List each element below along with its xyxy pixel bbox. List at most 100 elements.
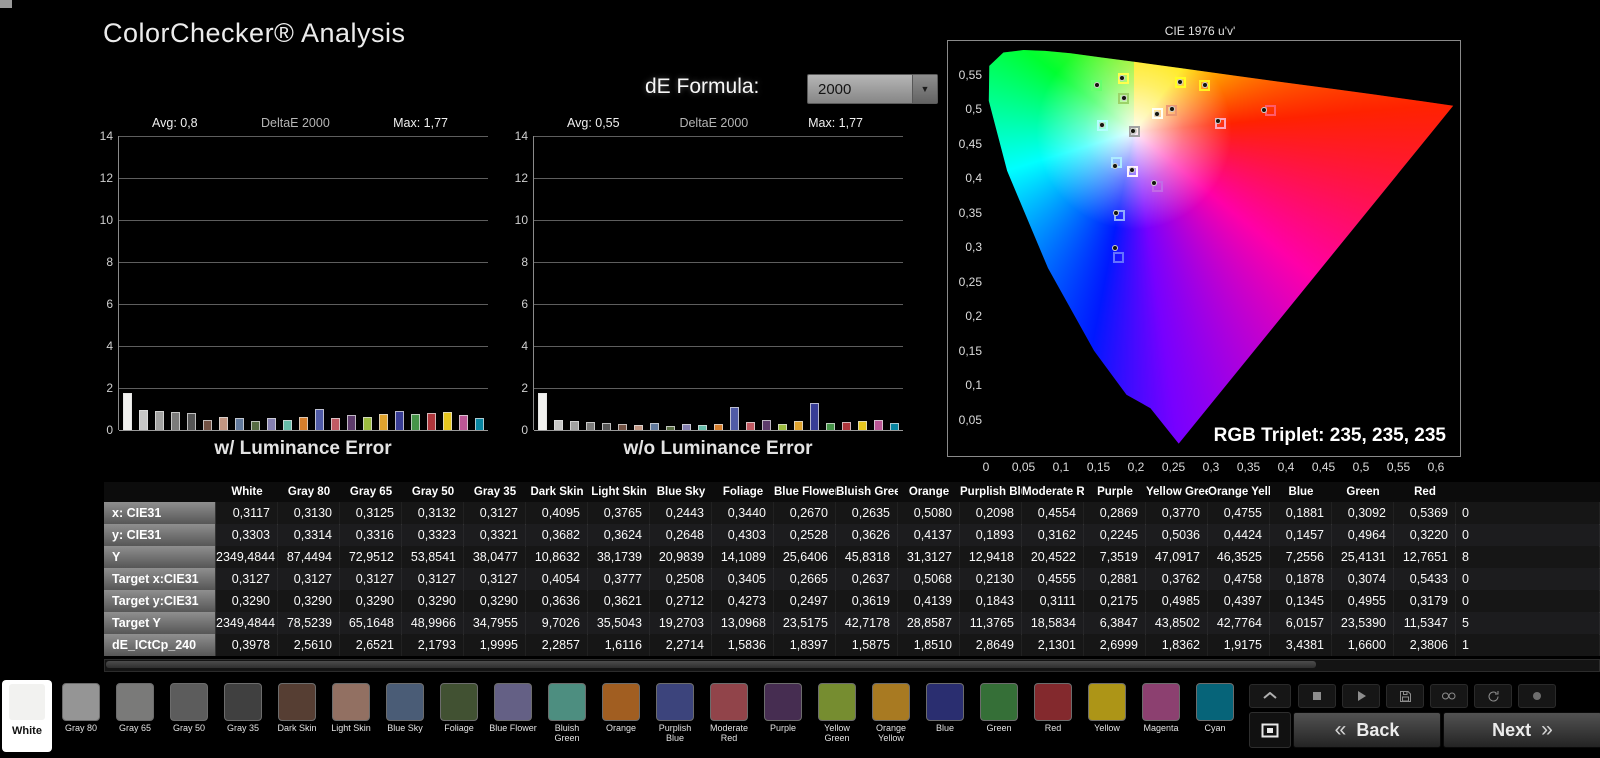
- swatch-blue-flower[interactable]: Blue Flower: [488, 680, 538, 752]
- table-cell-clipped: 0: [1456, 502, 1600, 525]
- deltae-bar-green: [826, 423, 835, 430]
- refresh-button[interactable]: [1474, 684, 1512, 708]
- swatch-blue[interactable]: Blue: [920, 680, 970, 752]
- swatch-gray-35[interactable]: Gray 35: [218, 680, 268, 752]
- row-label: y: CIE31: [104, 524, 216, 547]
- save-button[interactable]: [1386, 684, 1424, 708]
- swatch-purplish-blue[interactable]: Purplish Blue: [650, 680, 700, 752]
- max-readout: Max: 1,77: [393, 116, 448, 130]
- record-button[interactable]: [1518, 684, 1556, 708]
- stop-button[interactable]: [1298, 684, 1336, 708]
- table-cell-clipped: 5: [1456, 612, 1600, 635]
- swatch-gray-50[interactable]: Gray 50: [164, 680, 214, 752]
- table-cell: 2,2857: [526, 634, 588, 656]
- cie-y-tick-label: 0,3: [950, 240, 982, 254]
- swatch-color-chip: [440, 683, 478, 721]
- table-cell: 2,2714: [650, 634, 712, 656]
- swatch-magenta[interactable]: Magenta: [1136, 680, 1186, 752]
- chevrons-left-icon: «: [1335, 718, 1347, 742]
- swatch-color-chip: [8, 683, 46, 721]
- swatch-purple[interactable]: Purple: [758, 680, 808, 752]
- swatch-color-chip: [1196, 683, 1234, 721]
- swatch-red[interactable]: Red: [1028, 680, 1078, 752]
- stop-icon: [1311, 690, 1323, 702]
- table-cell: 2,6999: [1084, 634, 1146, 656]
- max-readout: Max: 1,77: [808, 116, 863, 130]
- table-cell: 18,5834: [1022, 612, 1084, 635]
- swatch-label: Gray 65: [119, 723, 151, 733]
- pattern-window-button[interactable]: [1249, 712, 1291, 748]
- gridline: [534, 136, 903, 137]
- measured-marker-bluish-green: [1099, 122, 1105, 128]
- measurement-table: WhiteGray 80Gray 65Gray 50Gray 35Dark Sk…: [104, 482, 1600, 656]
- table-cell: 0,3682: [526, 524, 588, 547]
- deltae-bar-red: [842, 422, 851, 430]
- column-header-dark-skin: Dark Skin: [526, 482, 588, 502]
- swatch-gray-65[interactable]: Gray 65: [110, 680, 160, 752]
- cie-y-tick-label: 0,4: [950, 171, 982, 185]
- table-cell: 0,3290: [340, 590, 402, 613]
- deltae-bar-white: [538, 393, 547, 430]
- back-button[interactable]: « Back: [1293, 712, 1441, 748]
- next-button[interactable]: Next »: [1443, 712, 1600, 748]
- swatch-orange-yellow[interactable]: Orange Yellow: [866, 680, 916, 752]
- swatch-orange[interactable]: Orange: [596, 680, 646, 752]
- swatch-label: Bluish Green: [542, 723, 592, 744]
- table-cell: 0,4554: [1022, 502, 1084, 525]
- column-header-orange-yellow: Orange Yellow: [1208, 482, 1270, 502]
- de-formula-dropdown[interactable]: 2000 ▼: [807, 74, 938, 104]
- cie-plot-area: [986, 48, 1456, 455]
- table-cell: 38,1739: [588, 546, 650, 569]
- swatch-label: Light Skin: [331, 723, 371, 733]
- swatch-foliage[interactable]: Foliage: [434, 680, 484, 752]
- deltae-bar-purple: [762, 420, 771, 431]
- table-cell: 0,3127: [464, 568, 526, 591]
- swatch-color-chip: [1142, 683, 1180, 721]
- swatch-dark-skin[interactable]: Dark Skin: [272, 680, 322, 752]
- deltae-bar-dark-skin: [618, 424, 627, 430]
- cie-x-tick-label: 0,6: [1420, 460, 1452, 474]
- table-cell: 53,8541: [402, 546, 464, 569]
- swatch-white[interactable]: White: [2, 680, 52, 752]
- table-cell: 34,7955: [464, 612, 526, 635]
- table-scrollbar[interactable]: [104, 659, 1600, 672]
- row-label: dE_ICtCp_240: [104, 634, 216, 656]
- swatch-light-skin[interactable]: Light Skin: [326, 680, 376, 752]
- table-cell: 23,5175: [774, 612, 836, 635]
- deltae-bar-gray-35: [602, 423, 611, 430]
- swatch-blue-sky[interactable]: Blue Sky: [380, 680, 430, 752]
- swatch-yellow[interactable]: Yellow: [1082, 680, 1132, 752]
- swatch-label: Magenta: [1143, 723, 1178, 733]
- swatch-cyan[interactable]: Cyan: [1190, 680, 1240, 752]
- table-cell: 11,5347: [1394, 612, 1456, 635]
- row-label: Target x:CIE31: [104, 568, 216, 591]
- deltae-bar-yellow-green: [363, 417, 372, 430]
- column-header-moderate-red: Moderate Red: [1022, 482, 1084, 502]
- play-button[interactable]: [1342, 684, 1380, 708]
- table-cell: 12,9418: [960, 546, 1022, 569]
- table-cell: 3,4381: [1270, 634, 1332, 656]
- collapse-panel-button[interactable]: [1249, 684, 1291, 708]
- table-cell: 0,2635: [836, 502, 898, 525]
- swatch-bluish-green[interactable]: Bluish Green: [542, 680, 592, 752]
- table-cell: 1,8510: [898, 634, 960, 656]
- deltae-chart-with-luminance: Avg: 0,8 DeltaE 2000 Max: 1,77 024681012…: [118, 110, 488, 460]
- table-cell: 0,3127: [464, 502, 526, 525]
- gridline: [534, 346, 903, 347]
- swatch-moderate-red[interactable]: Moderate Red: [704, 680, 754, 752]
- chart-header: Avg: 0,8 DeltaE 2000 Max: 1,77: [118, 110, 488, 136]
- scrollbar-thumb[interactable]: [106, 661, 1316, 668]
- swatch-green[interactable]: Green: [974, 680, 1024, 752]
- swatch-gray-80[interactable]: Gray 80: [56, 680, 106, 752]
- table-cell: 0,4955: [1332, 590, 1394, 613]
- swatch-yellow-green[interactable]: Yellow Green: [812, 680, 862, 752]
- y-axis-tick-label: 10: [89, 213, 113, 227]
- deltae-bar-light-skin: [634, 425, 643, 430]
- table-cell: 38,0477: [464, 546, 526, 569]
- link-button[interactable]: [1430, 684, 1468, 708]
- chevrons-right-icon: »: [1541, 718, 1553, 742]
- cie-x-tick-label: 0,35: [1233, 460, 1265, 474]
- table-cell-clipped: 0: [1456, 524, 1600, 547]
- row-label: Target Y: [104, 612, 216, 635]
- measured-marker-red: [1261, 107, 1267, 113]
